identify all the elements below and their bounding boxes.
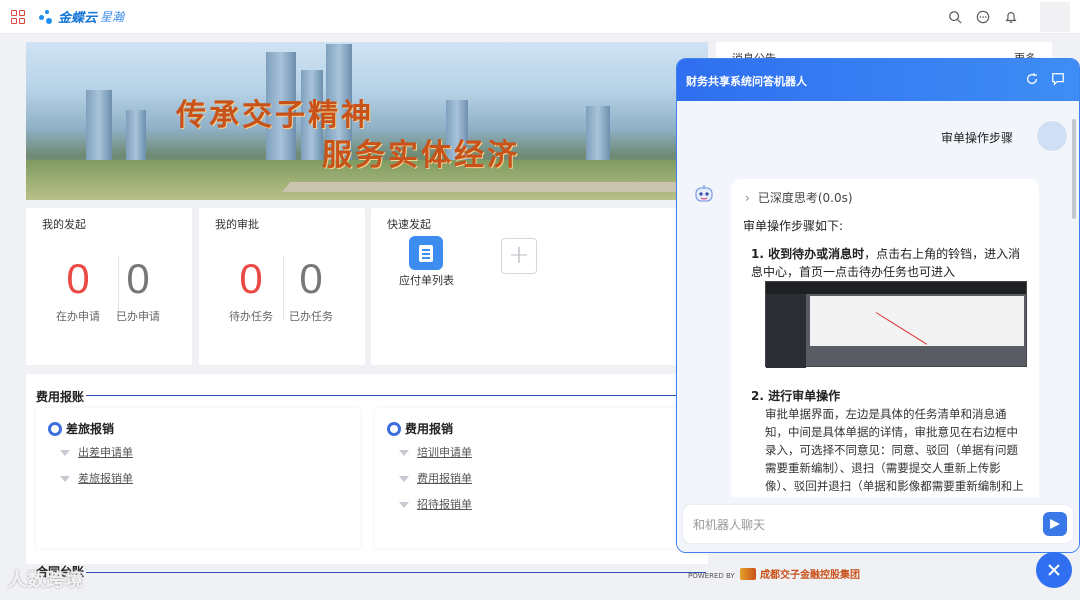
quick-start-title: 快速发起 [387, 218, 431, 231]
general-expense-title: 费用报销 [405, 422, 454, 436]
send-button[interactable] [1043, 512, 1067, 536]
payable-list-label[interactable]: 应付单列表 [399, 272, 454, 288]
quick-start-card: 快速发起 应付单列表 + [371, 208, 708, 365]
radio-ring-icon [387, 421, 401, 436]
chat-input-area: 和机器人聊天 [677, 497, 1079, 552]
tree-node-icon [399, 502, 409, 508]
expense-section: 费用报账 差旅报销 出差申请单 差旅报销单 费用报销 培训申请单 费用报销单 招… [26, 374, 726, 564]
tree-node-icon [399, 476, 409, 482]
send-icon [1050, 519, 1060, 529]
initiated-done[interactable]: 0 已办申请 [98, 256, 178, 324]
kingdee-logo-icon [39, 9, 55, 25]
user-message: 审单操作步骤 [940, 131, 1013, 145]
initiated-done-label: 已办申请 [116, 310, 160, 323]
step-1-title: 1. 收到待办或消息时 [751, 247, 865, 261]
app-grid-icon[interactable] [11, 9, 25, 24]
link-expense-reimbursement[interactable]: 费用报销单 [417, 470, 472, 486]
group-logo: 成都交子金融控股集团 [740, 566, 860, 581]
user-avatar[interactable] [1040, 2, 1070, 32]
travel-expense-card: 差旅报销 出差申请单 差旅报销单 [36, 408, 360, 548]
my-approval-title: 我的审批 [215, 218, 259, 231]
brand-sub: 星瀚 [100, 10, 125, 24]
link-entertainment-reimbursement[interactable]: 招待报销单 [417, 496, 472, 512]
step-1-screenshot[interactable] [765, 281, 1027, 368]
deep-thinking-toggle[interactable]: › 已深度思考(0.0s) [745, 189, 853, 206]
chatbot-header: 财务共享系统问答机器人 [677, 59, 1079, 101]
chatbot-title: 财务共享系统问答机器人 [686, 75, 807, 88]
add-quick-item-button[interactable]: + [501, 238, 537, 274]
close-icon [1048, 564, 1060, 576]
search-icon[interactable] [948, 10, 962, 24]
refresh-icon[interactable] [1025, 72, 1039, 86]
powered-by-label: POWERED BY [688, 572, 735, 580]
jiaozi-logo-icon [740, 567, 756, 580]
link-training-request[interactable]: 培训申请单 [417, 444, 472, 460]
group-name: 成都交子金融控股集团 [760, 570, 860, 581]
close-chat-button[interactable] [1036, 552, 1072, 588]
link-travel-request[interactable]: 出差申请单 [78, 444, 133, 460]
expense-section-title: 费用报账 [36, 390, 85, 404]
robot-avatar-icon [695, 185, 713, 202]
watermark: 人数跨境 [8, 570, 84, 591]
chat-scrollbar[interactable] [1072, 119, 1076, 219]
radio-ring-icon [48, 421, 62, 436]
banner-slogan-line1: 传承交子精神 [176, 98, 374, 133]
section-divider [86, 572, 706, 573]
home-banner: 传承交子精神 服务实体经济 [26, 42, 708, 200]
step-1: 1. 收到待办或消息时，点击右上角的铃铛，进入消息中心，首页一点击待办任务也可进… [751, 245, 1031, 281]
chat-input-placeholder: 和机器人聊天 [693, 518, 766, 532]
my-initiated-title: 我的发起 [42, 218, 86, 231]
section-divider [86, 395, 726, 396]
brand-name: 金蝶云 [58, 11, 98, 26]
new-chat-icon[interactable] [1051, 72, 1065, 86]
travel-expense-title: 差旅报销 [66, 422, 115, 436]
chat-bubble-icon[interactable] [976, 10, 990, 24]
step-2-title: 2. 进行审单操作 [751, 389, 841, 403]
approval-done-label: 已办任务 [289, 310, 333, 323]
chat-input[interactable]: 和机器人聊天 [683, 505, 1073, 543]
approval-done-count: 0 [299, 255, 323, 302]
chatbot-panel: 财务共享系统问答机器人 审单操作步骤 › 已深度思考(0.0s) 审单操作步骤如下… [676, 58, 1080, 553]
chevron-right-icon: › [745, 191, 750, 205]
top-bar: 金蝶云 星瀚 [0, 0, 1080, 34]
brand-logo[interactable]: 金蝶云 星瀚 [39, 7, 124, 26]
my-initiated-card: 我的发起 0 在办申请 0 已办申请 [26, 208, 192, 365]
initiated-done-count: 0 [126, 255, 150, 302]
tree-node-icon [60, 476, 70, 482]
link-travel-reimbursement[interactable]: 差旅报销单 [78, 470, 133, 486]
deep-thinking-label: 已深度思考(0.0s) [757, 191, 853, 205]
bell-icon[interactable] [1004, 10, 1018, 24]
response-intro: 审单操作步骤如下: [743, 219, 844, 233]
approval-done[interactable]: 0 已办任务 [271, 256, 351, 324]
user-avatar-icon [1037, 121, 1067, 151]
payable-list-icon[interactable] [409, 236, 443, 270]
tree-node-icon [399, 450, 409, 456]
bot-response-bubble: › 已深度思考(0.0s) 审单操作步骤如下: 1. 收到待办或消息时，点击右上角… [731, 179, 1039, 514]
general-expense-card: 费用报销 培训申请单 费用报销单 招待报销单 [375, 408, 699, 548]
banner-slogan-line2: 服务实体经济 [322, 138, 520, 173]
my-approval-card: 我的审批 0 待办任务 0 已办任务 [199, 208, 365, 365]
tree-node-icon [60, 450, 70, 456]
